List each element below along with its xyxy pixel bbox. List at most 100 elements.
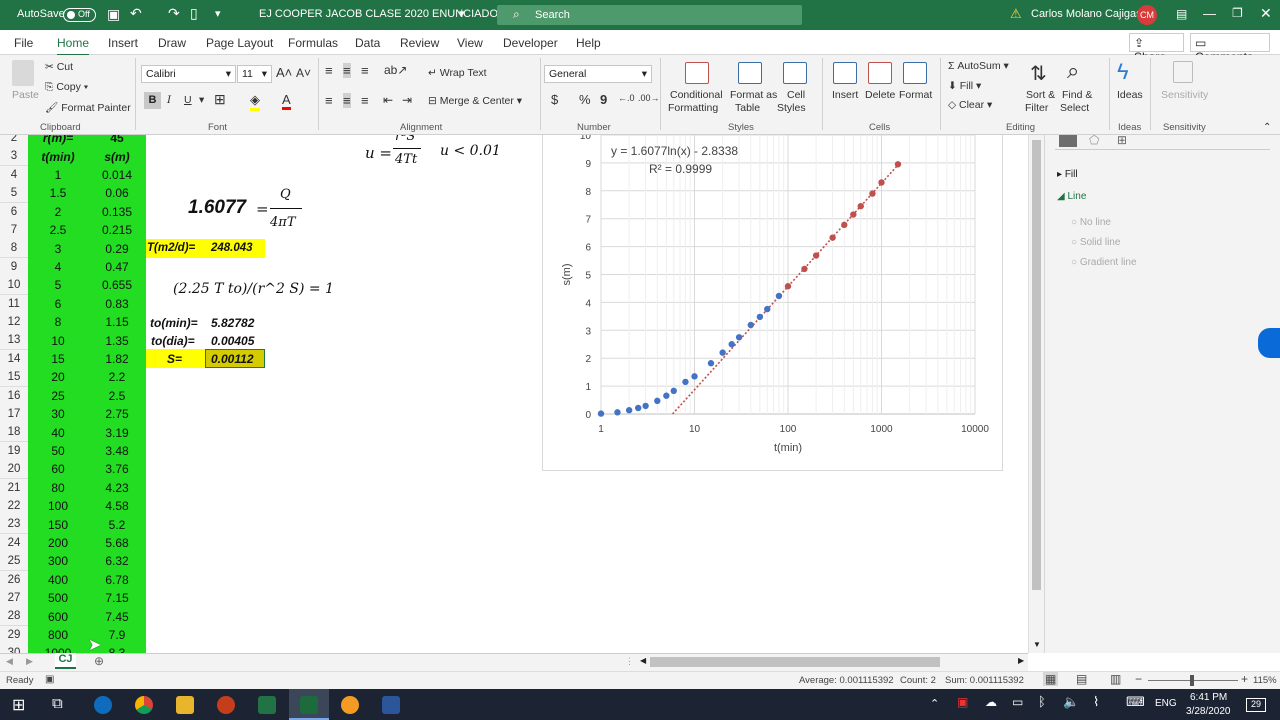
warning-icon[interactable]: ⚠ [1010, 6, 1022, 22]
insert-cells-button[interactable]: Insert [832, 89, 858, 101]
row-header[interactable]: 14 [0, 350, 28, 368]
sensitivity-icon[interactable] [1173, 61, 1193, 83]
macro-record-icon[interactable]: ▣ [45, 674, 54, 685]
cell-styles-button[interactable]: Cell [787, 89, 805, 101]
row-header[interactable]: 2 [0, 135, 28, 147]
file-explorer-icon[interactable] [176, 696, 194, 714]
find-select-label2[interactable]: Select [1060, 102, 1089, 114]
font-name-select[interactable]: Calibri ▾ [141, 65, 236, 83]
tray-network-alert-icon[interactable]: ☁ [985, 695, 997, 709]
sort-filter-icon[interactable]: ⇅ [1030, 61, 1047, 86]
insert-cells-icon[interactable] [833, 62, 857, 84]
show-hidden-icons[interactable]: ⌃ [930, 697, 939, 710]
battery-icon[interactable]: ▭ [1012, 695, 1023, 709]
scroll-down-icon[interactable]: ▼ [1033, 640, 1041, 649]
firefox-icon[interactable] [341, 696, 359, 714]
cell-styles-label2[interactable]: Styles [777, 102, 806, 114]
find-select-icon[interactable]: ⌕ [1067, 58, 1079, 84]
format-as-table-label2[interactable]: Table [735, 102, 760, 114]
close-icon[interactable]: ✕ [1260, 5, 1272, 22]
conditional-formatting-icon[interactable] [685, 62, 709, 84]
tab-data[interactable]: Data [355, 36, 380, 50]
status-sum[interactable]: Sum: 0.001115392 [945, 675, 1024, 686]
word-icon[interactable] [382, 696, 400, 714]
notifications-badge[interactable]: 29 [1246, 698, 1266, 712]
vertical-scroll-thumb[interactable] [1032, 140, 1041, 590]
fill-button[interactable]: ⬇ Fill ▾ [948, 80, 981, 92]
row-header[interactable]: 3 [0, 147, 28, 165]
row-header[interactable]: 11 [0, 295, 28, 313]
tab-file[interactable]: File [14, 36, 33, 50]
zoom-slider-thumb[interactable] [1190, 675, 1194, 686]
row-header[interactable]: 23 [0, 515, 28, 533]
windows-start-icon[interactable]: ⊞ [12, 695, 25, 715]
tab-insert[interactable]: Insert [108, 36, 138, 50]
task-view-icon[interactable]: ⧉ [52, 695, 63, 712]
wifi-icon[interactable]: ⌇ [1093, 694, 1099, 710]
tab-help[interactable]: Help [576, 36, 601, 50]
solid-line-radio[interactable]: ○ Solid line [1071, 237, 1120, 248]
language-indicator[interactable]: ENG [1155, 698, 1177, 709]
row-header[interactable]: 16 [0, 387, 28, 405]
redo-icon[interactable]: ↷ [168, 5, 180, 22]
row-header[interactable]: 8 [0, 239, 28, 257]
status-average[interactable]: Average: 0.001115392 [799, 675, 894, 686]
row-header[interactable]: 19 [0, 442, 28, 460]
restore-icon[interactable]: ❐ [1232, 6, 1243, 20]
tab-page-layout[interactable]: Page Layout [206, 36, 273, 50]
row-header[interactable]: 18 [0, 423, 28, 441]
row-header[interactable]: 10 [0, 276, 28, 294]
customize-qat-icon[interactable]: ▾ [215, 7, 221, 20]
row-header[interactable]: 28 [0, 607, 28, 625]
share-button[interactable]: ⇪ Share [1129, 33, 1184, 64]
normal-view-icon[interactable]: ▦ [1043, 672, 1059, 686]
collapse-ribbon-icon[interactable]: ⌃ [1263, 122, 1271, 133]
row-header[interactable]: 13 [0, 331, 28, 349]
tab-review[interactable]: Review [400, 36, 439, 50]
fill-color-icon[interactable]: ◈ [250, 92, 260, 111]
user-name[interactable]: Carlos Molano Cajigas [1031, 8, 1142, 20]
effects-tab-icon[interactable]: ⬠ [1089, 133, 1099, 147]
zoom-level[interactable]: 115% [1253, 675, 1277, 686]
bluetooth-icon[interactable]: ᛒ [1038, 694, 1046, 709]
keyboard-icon[interactable]: ⌨ [1126, 694, 1145, 710]
font-size-select[interactable]: 11 ▾ [237, 65, 272, 83]
tab-home[interactable]: Home [57, 36, 90, 56]
row-header[interactable]: 12 [0, 313, 28, 331]
excel-icon-active[interactable] [300, 696, 318, 714]
row-header[interactable]: 4 [0, 166, 28, 184]
chart-area[interactable]: 0 1 2 3 4 5 6 7 8 9 10 1 10 100 1000 10000 y = 1.6077ln(… [542, 135, 1003, 471]
edge-icon[interactable] [94, 696, 112, 714]
merge-center-button[interactable]: ⊟ Merge & Center ▾ [428, 95, 522, 107]
bold-button[interactable]: B [144, 92, 161, 109]
autosave-toggle[interactable]: Off [63, 8, 96, 22]
tab-view[interactable]: View [457, 36, 483, 50]
minimize-icon[interactable]: — [1203, 6, 1216, 21]
find-select-button[interactable]: Find & [1062, 89, 1092, 101]
increase-indent-icon[interactable]: ⇥ [402, 93, 412, 107]
zoom-in-icon[interactable]: + [1241, 672, 1248, 686]
sort-filter-button[interactable]: Sort & [1026, 89, 1055, 101]
row-header[interactable]: 29 [0, 626, 28, 644]
page-break-view-icon[interactable]: ▥ [1110, 672, 1121, 686]
zoom-out-icon[interactable]: − [1135, 672, 1142, 686]
size-properties-tab-icon[interactable]: ⊞ [1117, 133, 1127, 147]
comments-button[interactable]: ▭ Comments [1190, 33, 1270, 64]
increase-decimal-icon[interactable]: ←.0 [618, 93, 635, 103]
number-format-select[interactable]: General ▾ [544, 65, 652, 83]
copy-button[interactable]: ⎘ Copy ▾ [45, 81, 88, 94]
row-header[interactable]: 26 [0, 571, 28, 589]
align-top-icon[interactable]: ≡ [325, 63, 333, 78]
conditional-formatting-label2[interactable]: Formatting [668, 102, 718, 114]
autosum-button[interactable]: Σ AutoSum ▾ [948, 60, 1009, 72]
align-right-icon[interactable]: ≡ [361, 93, 369, 108]
format-cells-icon[interactable] [903, 62, 927, 84]
borders-icon[interactable]: ⊞ [214, 91, 226, 108]
worksheet-grid[interactable]: 2 3 4 5 6 7 8 9 10 11 12 13 14 15 16 17 18 19 20 21 22 23 24 25… [0, 135, 1028, 653]
tab-draw[interactable]: Draw [158, 36, 186, 50]
align-middle-icon[interactable]: ≡ [343, 63, 351, 78]
next-sheet-icon[interactable]: ▶ [26, 656, 33, 667]
format-cells-button[interactable]: Format [899, 89, 932, 101]
volume-icon[interactable]: 🔈 [1063, 694, 1079, 710]
align-left-icon[interactable]: ≡ [325, 93, 333, 108]
